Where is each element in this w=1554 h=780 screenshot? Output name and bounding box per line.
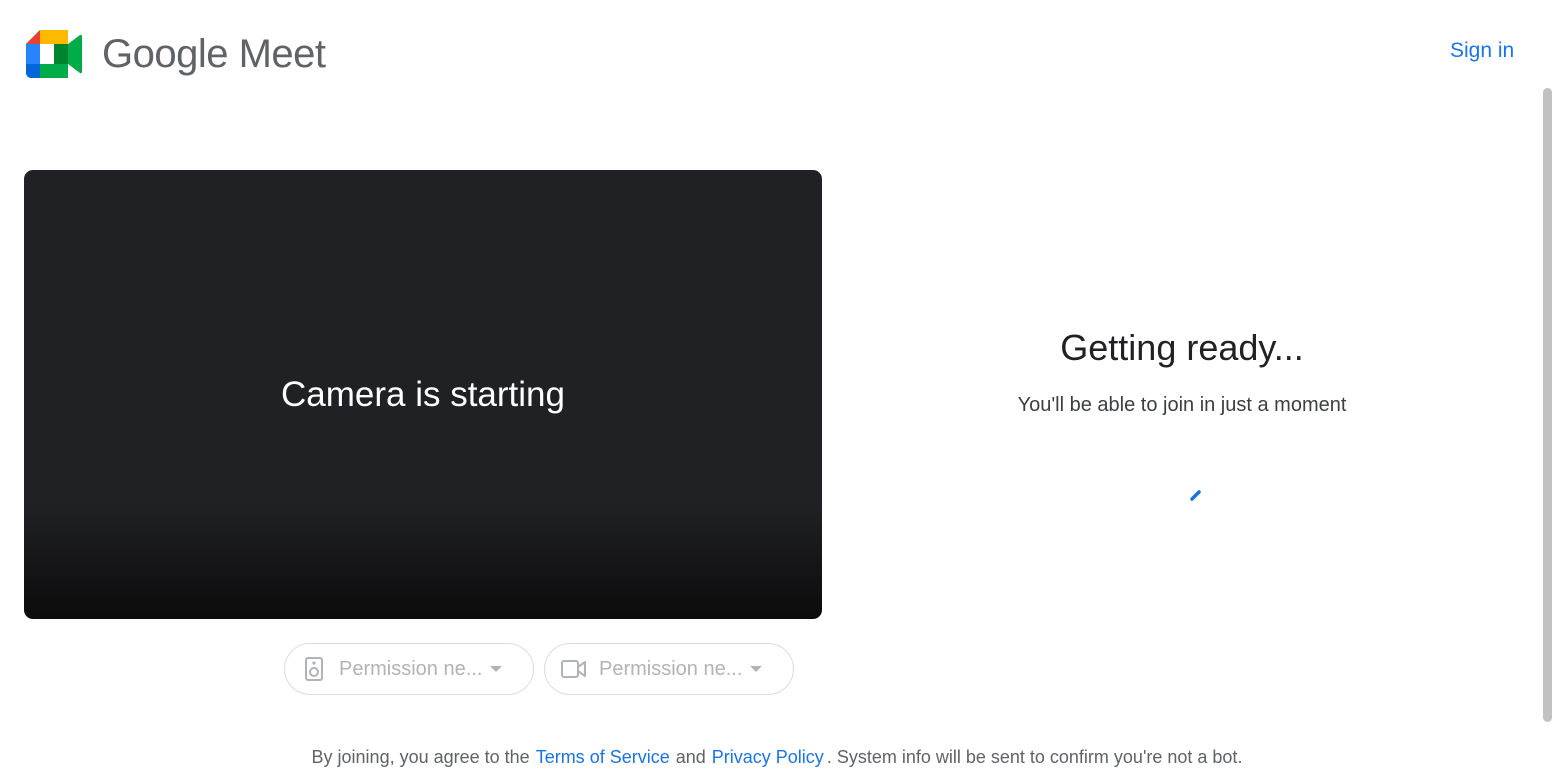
footer-suffix-text: . System info will be sent to confirm yo… (826, 747, 1243, 767)
terms-of-service-link[interactable]: Terms of Service (536, 747, 670, 767)
videocam-icon (561, 656, 587, 682)
video-device-selector[interactable]: Permission ne... (544, 643, 794, 695)
vertical-scrollbar[interactable] (1541, 88, 1554, 724)
getting-ready-heading: Getting ready... (1060, 327, 1304, 368)
loading-spinner-icon (1186, 486, 1206, 506)
chevron-down-icon (490, 666, 503, 672)
footer-prefix-text: By joining, you agree to the (311, 747, 530, 767)
google-meet-logo-icon[interactable] (26, 30, 82, 78)
audio-device-label: Permission ne... (339, 657, 483, 680)
speaker-icon (301, 656, 327, 682)
sign-in-button[interactable]: Sign in (1450, 36, 1514, 66)
meet-prejoin-page: Google Meet Sign in Camera is starting P… (0, 0, 1554, 780)
audio-device-selector[interactable]: Permission ne... (284, 643, 534, 695)
video-preview: Camera is starting (24, 170, 822, 619)
scrollbar-thumb[interactable] (1543, 88, 1552, 722)
getting-ready-subtitle: You'll be able to join in just a moment (1017, 394, 1347, 416)
chevron-down-icon (750, 666, 763, 672)
header: Google Meet Sign in (0, 0, 1554, 100)
camera-status-text: Camera is starting (281, 374, 565, 414)
legal-footer: By joining, you agree to the Terms of Ser… (0, 744, 1554, 770)
video-device-label: Permission ne... (599, 657, 743, 680)
privacy-policy-link[interactable]: Privacy Policy (712, 747, 824, 767)
brand-name: Google Meet (102, 32, 326, 76)
footer-and-text: and (675, 747, 706, 767)
